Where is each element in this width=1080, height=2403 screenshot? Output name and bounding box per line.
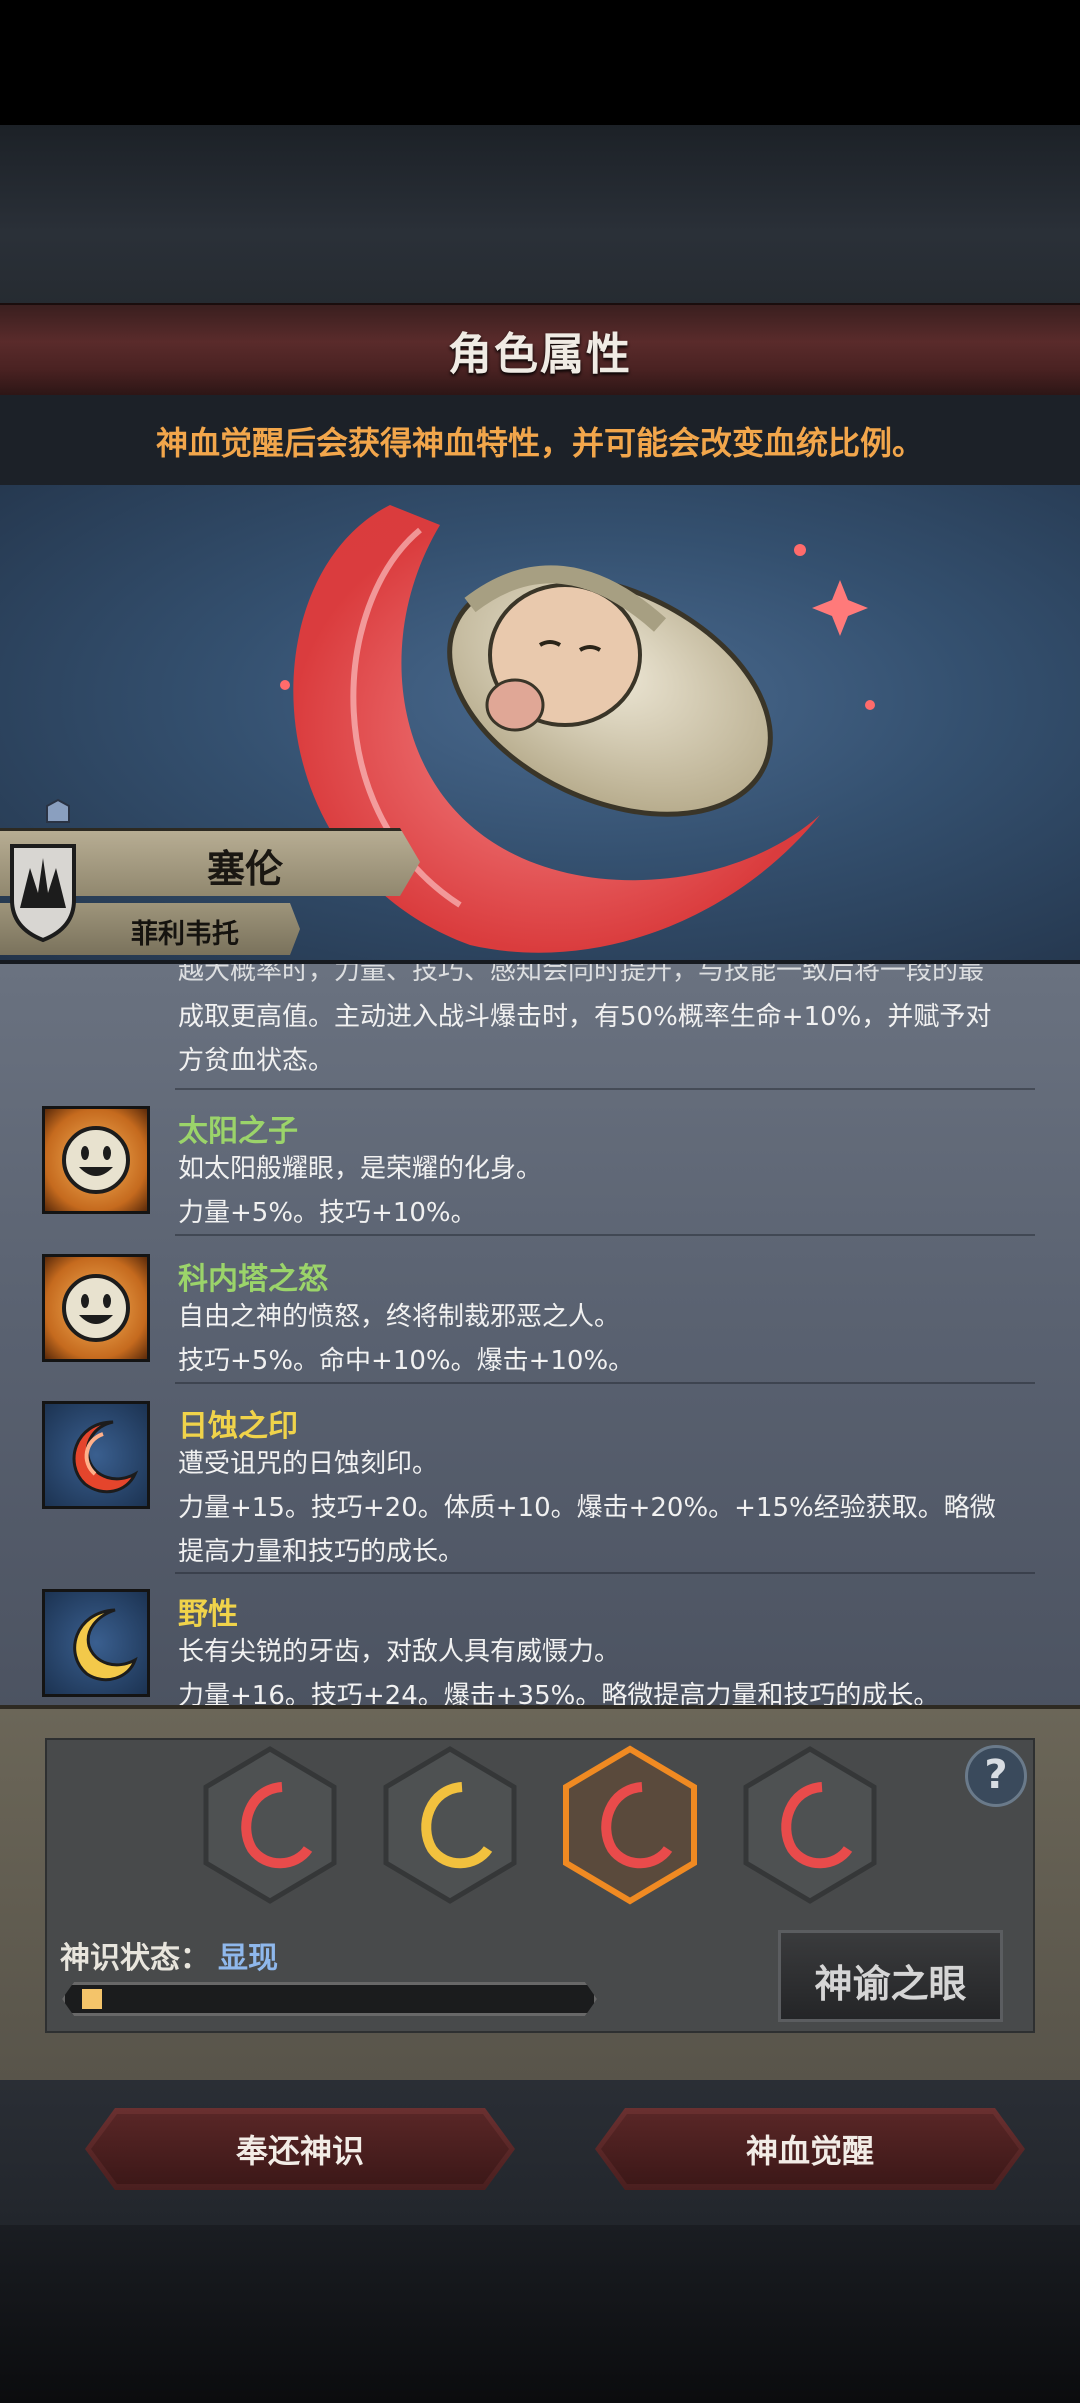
hint-text: 神血觉醒后会获得神血特性，并可能会改变血统比例。 [155,424,924,462]
trait-effect: 力量+15。技巧+20。体质+10。爆击+20%。+15%经验获取。略微 [178,1493,996,1523]
top-black-bar [0,0,1080,125]
top-panel [0,125,1080,305]
return-divine-label: 奉还神识 [235,2132,364,2170]
divine-status-label: 神识状态： [60,1941,210,1976]
trait-desc: 长有尖锐的牙齿，对敌人具有威慑力。 [178,1637,621,1667]
trait-desc: 遭受诅咒的日蚀刻印。 [178,1449,439,1479]
blood-awaken-label: 神血觉醒 [745,2132,874,2170]
divine-slot-gold-icon[interactable] [380,1745,520,1905]
divider [175,1234,1035,1236]
divine-slot-selected-icon[interactable] [560,1745,700,1905]
divine-progress-bar [62,1982,597,2016]
trait-name: 太阳之子 [178,1114,298,1149]
gold-crescent-icon [42,1589,150,1697]
trait-effect: 技巧+5%。命中+10%。爆击+10%。 [178,1346,635,1376]
trait-desc: 如太阳般耀眼，是荣耀的化身。 [178,1154,543,1184]
divider [175,1088,1035,1090]
oracle-eye-label: 神谕之眼 [814,1962,967,2006]
blood-awaken-button[interactable]: 神血觉醒 [595,2108,1025,2190]
trait-desc: 自由之神的愤怒，终将制裁邪恶之人。 [178,1302,621,1332]
bottom-bar [0,2225,1080,2403]
trait-list[interactable]: 越大概率时，力量、技巧、感知会同时提升，与技能一致后将一段的最 成取更高值。主动… [0,960,1080,1709]
help-button[interactable]: ? [965,1745,1027,1807]
eclipse-crescent-icon [42,1401,150,1509]
trait-partial-line1: 越大概率时，力量、技巧、感知会同时提升，与技能一致后将一段的最 [178,960,985,986]
divine-slot-red-icon[interactable] [200,1745,340,1905]
trait-partial-line2: 成取更高值。主动进入战斗爆击时，有50%概率生命+10%，并赋予对 [178,1002,992,1032]
sun-face-icon [42,1106,150,1214]
trait-partial-line3: 方贫血状态。 [178,1046,335,1076]
character-name: 塞伦 [206,847,283,891]
trait-name: 科内塔之怒 [178,1262,328,1297]
divine-status-value: 显现 [218,1941,278,1976]
page-title: 角色属性 [448,329,632,380]
divider [175,1572,1035,1574]
trait-name: 野性 [178,1597,238,1632]
sun-face-icon [42,1254,150,1362]
divider [175,1382,1035,1384]
crown-icon [45,798,71,824]
trait-effect: 力量+16。技巧+24。爆击+35%。略微提高力量和技巧的成长。 [178,1681,940,1709]
divine-progress-fill [82,1989,102,2009]
trait-effect-cont: 提高力量和技巧的成长。 [178,1537,465,1567]
family-crest-icon [8,838,78,943]
trait-name: 日蚀之印 [178,1409,298,1444]
family-name: 菲利韦托 [131,919,239,950]
return-divine-button[interactable]: 奉还神识 [85,2108,515,2190]
divine-slot-red-icon[interactable] [740,1745,880,1905]
trait-effect: 力量+5%。技巧+10%。 [178,1198,477,1228]
